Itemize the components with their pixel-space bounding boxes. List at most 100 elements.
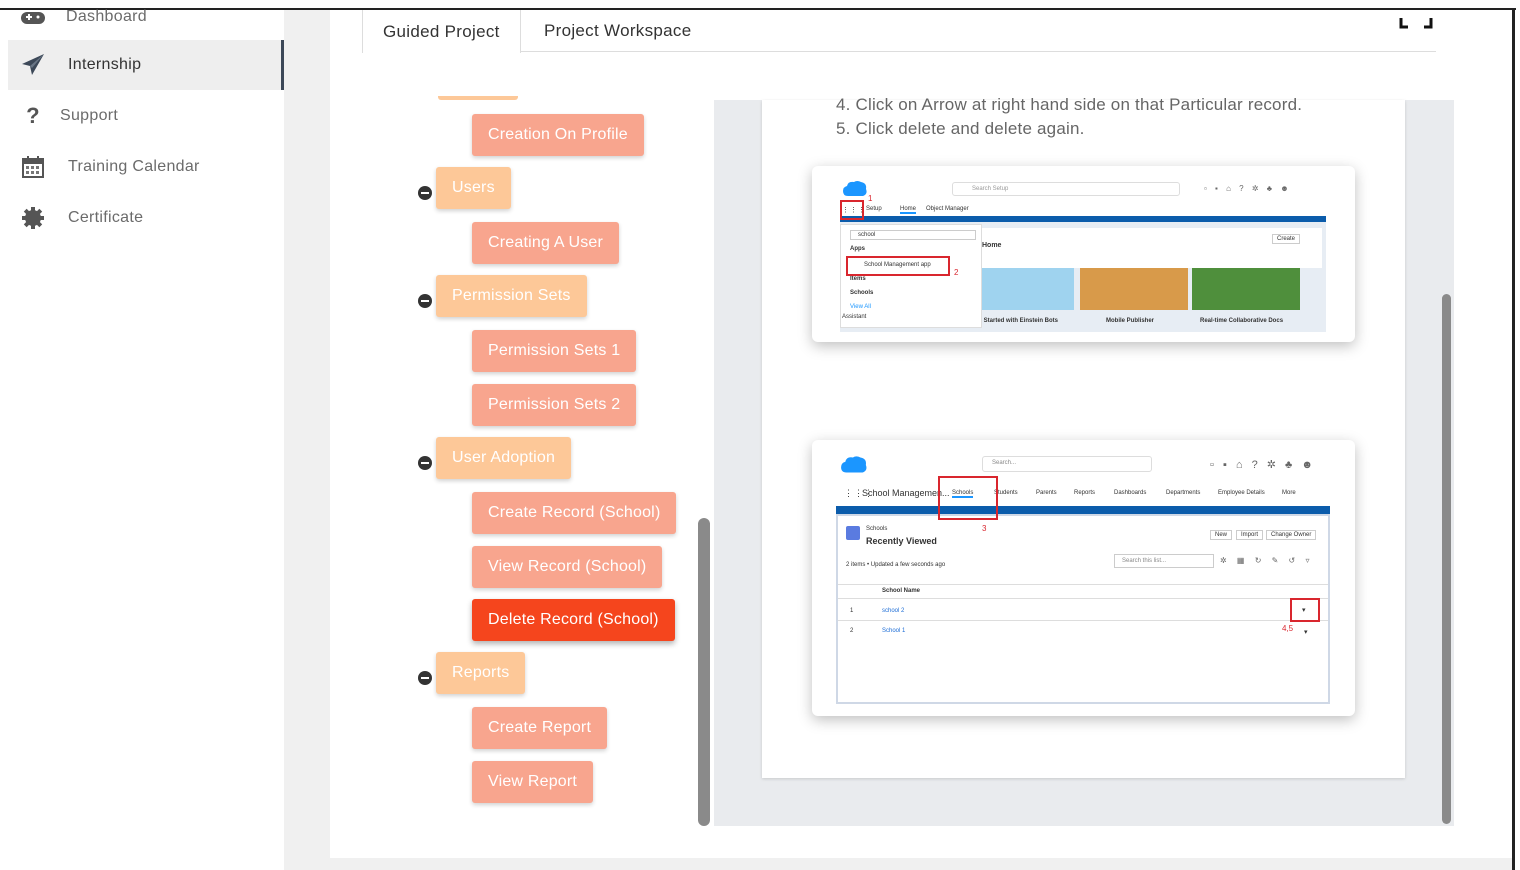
- red-marker-box-3: [938, 476, 998, 520]
- tree-item-create-report[interactable]: Create Report: [472, 707, 608, 749]
- list-view-name: Recently Viewed: [866, 536, 937, 546]
- card-image-mobile: [1080, 268, 1188, 310]
- tree-item-delete-record-school[interactable]: Delete Record (School): [472, 599, 675, 641]
- content-gutter: [284, 10, 330, 870]
- gamepad-icon: [8, 9, 58, 25]
- screenshot-schools-list: Search... ▫ ▪ ⌂ ? ✲ ♣ ☻ ⋮⋮⋮ School Manag…: [812, 440, 1355, 716]
- row-rule-1: [838, 598, 1328, 599]
- schools-object-icon: [846, 526, 860, 540]
- row-rule-2: [838, 620, 1328, 621]
- header-rule: [838, 584, 1328, 585]
- list-meta: 2 items • Updated a few seconds ago: [846, 562, 946, 568]
- red-marker-1: 1: [868, 194, 873, 203]
- project-tabs: Guided Project Project Workspace: [362, 10, 1436, 53]
- list-toolbar-icons: ✲ ▦ ↻ ✎ ↺ ▿: [1220, 556, 1314, 565]
- red-marker-3: 3: [982, 524, 987, 533]
- row-2-name: School 1: [882, 628, 906, 634]
- tab-project-workspace[interactable]: Project Workspace: [524, 10, 711, 52]
- launcher-search-value: school: [858, 232, 876, 238]
- sf-blue-band: [836, 506, 1330, 514]
- collapse-users-icon[interactable]: [418, 186, 432, 200]
- nav-tab-parents: Parents: [1036, 490, 1057, 496]
- card-label-1: Get Started with Einstein Bots: [972, 318, 1059, 324]
- list-search-placeholder: Search this list...: [1122, 558, 1167, 564]
- step-4-text: 4. Click on Arrow at right hand side on …: [836, 95, 1303, 114]
- sidebar-item-support[interactable]: ? Support: [8, 91, 284, 141]
- tree-section-user-adoption[interactable]: User Adoption: [436, 437, 572, 479]
- view-all-link: View All: [850, 304, 871, 310]
- nav-tab-employee-details: Employee Details: [1218, 490, 1265, 496]
- paper-plane-icon: [8, 53, 58, 77]
- collapse-permission-sets-icon[interactable]: [418, 294, 432, 308]
- salesforce-cloud-icon: [841, 456, 867, 473]
- collapse-reports-icon[interactable]: [418, 671, 432, 685]
- sidebar-item-training-calendar[interactable]: Training Calendar: [8, 142, 284, 192]
- tree-item-clipped: [438, 96, 518, 100]
- sidebar-item-label: Dashboard: [66, 8, 147, 25]
- new-button: New: [1210, 530, 1233, 540]
- nav-tab-departments: Departments: [1166, 490, 1201, 496]
- sidebar-item-label: Support: [60, 107, 119, 124]
- row-1-num: 1: [850, 608, 854, 614]
- card-label-2: Mobile Publisher: [1106, 318, 1155, 324]
- tree-item-view-record-school[interactable]: View Record (School): [472, 546, 663, 588]
- sidebar: Dashboard Internship ? Support Training …: [8, 8, 284, 870]
- tree-item-view-report[interactable]: View Report: [472, 761, 594, 803]
- tree-section-reports[interactable]: Reports: [436, 652, 526, 694]
- nav-tab-dashboards: Dashboards: [1114, 490, 1147, 496]
- object-label: Schools: [866, 526, 888, 532]
- window-right-border: [1512, 8, 1515, 870]
- red-marker-2: 2: [954, 268, 959, 277]
- content-bottom-gutter: [284, 858, 1512, 870]
- create-button: Create: [1272, 234, 1301, 244]
- nav-tab-more: More: [1282, 490, 1296, 496]
- tree-item-permission-sets-2[interactable]: Permission Sets 2: [472, 384, 637, 426]
- fullscreen-icon[interactable]: [1398, 14, 1434, 30]
- row-2-action-arrow: ▾: [1304, 629, 1308, 636]
- tree-item-permission-sets-1[interactable]: Permission Sets 1: [472, 330, 637, 372]
- red-marker-box-2: [846, 256, 950, 276]
- import-button: Import: [1236, 530, 1264, 540]
- global-search-placeholder: Search...: [992, 460, 1017, 466]
- question-icon: ?: [26, 103, 40, 128]
- tree-item-creation-on-profile[interactable]: Creation On Profile: [472, 114, 644, 156]
- red-marker-box-1: [840, 200, 864, 220]
- sidebar-item-certificate[interactable]: Certificate: [8, 193, 284, 243]
- calendar-icon: [8, 155, 58, 179]
- tab-guided-project[interactable]: Guided Project: [362, 10, 521, 53]
- home-header: [962, 228, 1322, 268]
- tree-item-create-record-school[interactable]: Create Record (School): [472, 492, 677, 534]
- sidebar-item-dashboard[interactable]: Dashboard: [8, 0, 284, 42]
- column-school-name: School Name: [882, 588, 921, 594]
- step-5-text: 5. Click delete and delete again.: [836, 119, 1085, 138]
- home-title: Home: [982, 242, 1002, 249]
- screenshot-setup-app-launcher: Search Setup ▫ ▪ ⌂ ? ✲ ♣ ☻ ⋮⋮⋮ Setup Hom…: [812, 166, 1355, 342]
- sidebar-item-label: Training Calendar: [68, 158, 200, 175]
- row-1-name: school 2: [882, 608, 905, 614]
- sidebar-item-label: Certificate: [68, 209, 144, 226]
- header-icon-row: ▫ ▪ ⌂ ? ✲ ♣ ☻: [1204, 184, 1292, 193]
- collapse-user-adoption-icon[interactable]: [418, 456, 432, 470]
- salesforce-cloud-icon: [843, 181, 867, 196]
- nav-object-manager: Object Manager: [926, 206, 969, 212]
- tree-section-users[interactable]: Users: [436, 167, 511, 209]
- card-label-3: Real-time Collaborative Docs: [1200, 318, 1284, 324]
- sidebar-item-label: Internship: [68, 56, 142, 73]
- tree-item-creating-a-user[interactable]: Creating A User: [472, 222, 620, 264]
- sidebar-item-internship[interactable]: Internship: [8, 40, 284, 90]
- card-image-docs: [1192, 268, 1300, 310]
- items-heading: Items: [850, 276, 866, 282]
- red-marker-4-5: 4,5: [1282, 624, 1294, 633]
- change-owner-button: Change Owner: [1266, 530, 1317, 540]
- row-1-action-arrow: ▾: [1302, 607, 1306, 614]
- apps-heading: Apps: [850, 246, 865, 252]
- row-2-num: 2: [850, 628, 854, 634]
- setup-search-placeholder: Search Setup: [972, 186, 1009, 192]
- tree-scrollbar[interactable]: [698, 518, 710, 826]
- assistant-label: Assistant: [842, 314, 867, 320]
- tree-section-permission-sets[interactable]: Permission Sets: [436, 275, 587, 317]
- header-icon-row: ▫ ▪ ⌂ ? ✲ ♣ ☻: [1210, 459, 1316, 471]
- nav-home: Home: [900, 206, 917, 214]
- app-name: School Managemen...: [862, 488, 950, 498]
- content-scrollbar[interactable]: [1442, 294, 1451, 824]
